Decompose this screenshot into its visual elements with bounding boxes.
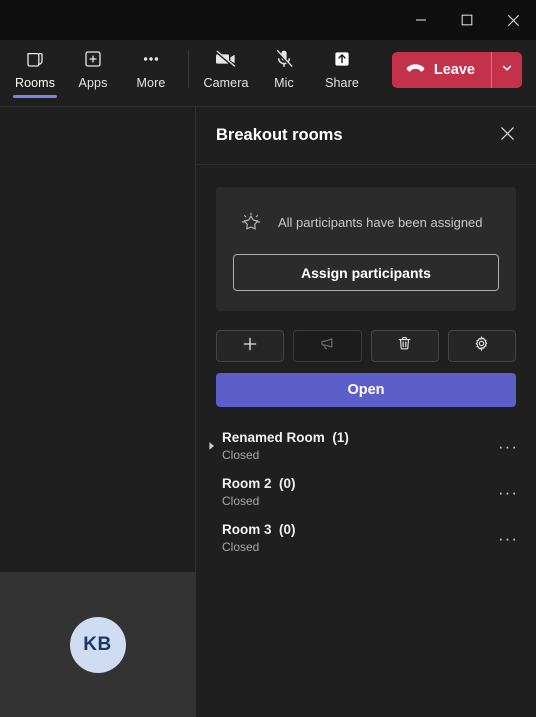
hangup-icon <box>406 62 425 79</box>
assign-participants-button[interactable]: Assign participants <box>233 254 499 291</box>
window-body: KB Breakout rooms All participants have … <box>0 107 536 717</box>
list-item[interactable]: Renamed Room (1) Closed ··· <box>196 423 536 469</box>
breakout-rooms-panel: Breakout rooms All participants have bee… <box>196 107 536 717</box>
participant-video-tile[interactable]: KB <box>0 572 195 717</box>
room-more-options-button[interactable]: ··· <box>494 524 522 552</box>
open-rooms-button[interactable]: Open <box>216 373 516 407</box>
room-participant-count: (0) <box>279 476 296 491</box>
panel-body: All participants have been assigned Assi… <box>196 165 536 717</box>
gear-icon <box>473 335 490 357</box>
toolbar-item-apps[interactable]: Apps <box>64 40 122 100</box>
mic-off-icon <box>273 46 295 72</box>
toolbar-item-more[interactable]: More <box>122 40 180 100</box>
toolbar-item-label: Rooms <box>14 76 56 90</box>
room-info: Renamed Room (1) Closed <box>222 430 349 462</box>
page-title: Breakout rooms <box>216 126 343 144</box>
toolbar-item-label: More <box>136 76 166 90</box>
toolbar-item-mic[interactable]: Mic <box>255 40 313 100</box>
room-participant-count: (1) <box>332 430 349 445</box>
avatar: KB <box>69 616 126 673</box>
room-status: Closed <box>222 448 260 462</box>
close-panel-button[interactable] <box>492 121 522 151</box>
expand-room-icon[interactable] <box>206 439 218 453</box>
room-info: Room 2 (0) Closed <box>222 476 296 508</box>
assignment-status-row: All participants have been assigned <box>233 209 499 235</box>
camera-off-icon <box>214 46 238 72</box>
meeting-toolbar: Rooms Apps More Camera Mic Share Leave <box>0 40 536 107</box>
leave-button-group: Leave <box>391 52 522 88</box>
apps-icon <box>82 46 104 72</box>
delete-rooms-button[interactable] <box>370 330 439 362</box>
room-name-text: Renamed Room <box>222 430 325 445</box>
announcement-button[interactable] <box>293 330 362 362</box>
room-name: Room 3 (0) <box>222 522 296 537</box>
leave-options-button[interactable] <box>492 52 522 88</box>
more-icon <box>140 46 162 72</box>
room-name: Room 2 (0) <box>222 476 296 491</box>
minimize-button[interactable] <box>398 0 444 40</box>
list-item[interactable]: Room 2 (0) Closed ··· <box>196 469 536 515</box>
toolbar-item-label: Camera <box>203 76 249 90</box>
toolbar-item-label: Share <box>325 76 359 90</box>
room-more-options-button[interactable]: ··· <box>494 432 522 460</box>
chevron-down-icon <box>501 61 513 79</box>
leave-button[interactable]: Leave <box>392 52 491 88</box>
close-icon <box>500 126 515 146</box>
assign-participants-card: All participants have been assigned Assi… <box>216 187 516 311</box>
share-icon <box>331 46 353 72</box>
add-room-button[interactable] <box>216 330 285 362</box>
sparkle-icon <box>238 209 264 235</box>
room-actions-toolbar <box>216 330 516 362</box>
room-name: Renamed Room (1) <box>222 430 349 445</box>
room-name-text: Room 3 <box>222 522 272 537</box>
title-bar <box>0 0 536 40</box>
toolbar-item-share[interactable]: Share <box>313 40 371 100</box>
toolbar-divider <box>188 50 189 88</box>
meeting-stage: KB <box>0 107 196 717</box>
teams-meeting-window: Rooms Apps More Camera Mic Share Leave K… <box>0 0 536 717</box>
toolbar-item-label: Apps <box>78 76 108 90</box>
list-item[interactable]: Room 3 (0) Closed ··· <box>196 515 536 561</box>
room-name-text: Room 2 <box>222 476 272 491</box>
room-status: Closed <box>222 540 260 554</box>
trash-icon <box>396 335 413 357</box>
plus-icon <box>242 336 258 357</box>
megaphone-icon <box>319 335 336 357</box>
room-info: Room 3 (0) Closed <box>222 522 296 554</box>
toolbar-item-rooms[interactable]: Rooms <box>6 40 64 100</box>
room-status: Closed <box>222 494 260 508</box>
active-tab-indicator <box>13 95 57 98</box>
panel-header: Breakout rooms <box>196 107 536 165</box>
room-list: Renamed Room (1) Closed ··· Room 2 (0) C… <box>196 423 536 561</box>
room-more-options-button[interactable]: ··· <box>494 478 522 506</box>
assignment-status-text: All participants have been assigned <box>278 214 483 230</box>
leave-button-label: Leave <box>433 62 475 78</box>
maximize-button[interactable] <box>444 0 490 40</box>
room-participant-count: (0) <box>279 522 296 537</box>
toolbar-item-camera[interactable]: Camera <box>197 40 255 100</box>
toolbar-item-label: Mic <box>274 76 294 90</box>
toolbar-left-group: Rooms Apps More Camera Mic Share <box>0 40 371 100</box>
room-settings-button[interactable] <box>447 330 516 362</box>
toolbar-right-group: Leave <box>391 40 536 88</box>
rooms-icon <box>24 46 46 72</box>
close-window-button[interactable] <box>490 0 536 40</box>
